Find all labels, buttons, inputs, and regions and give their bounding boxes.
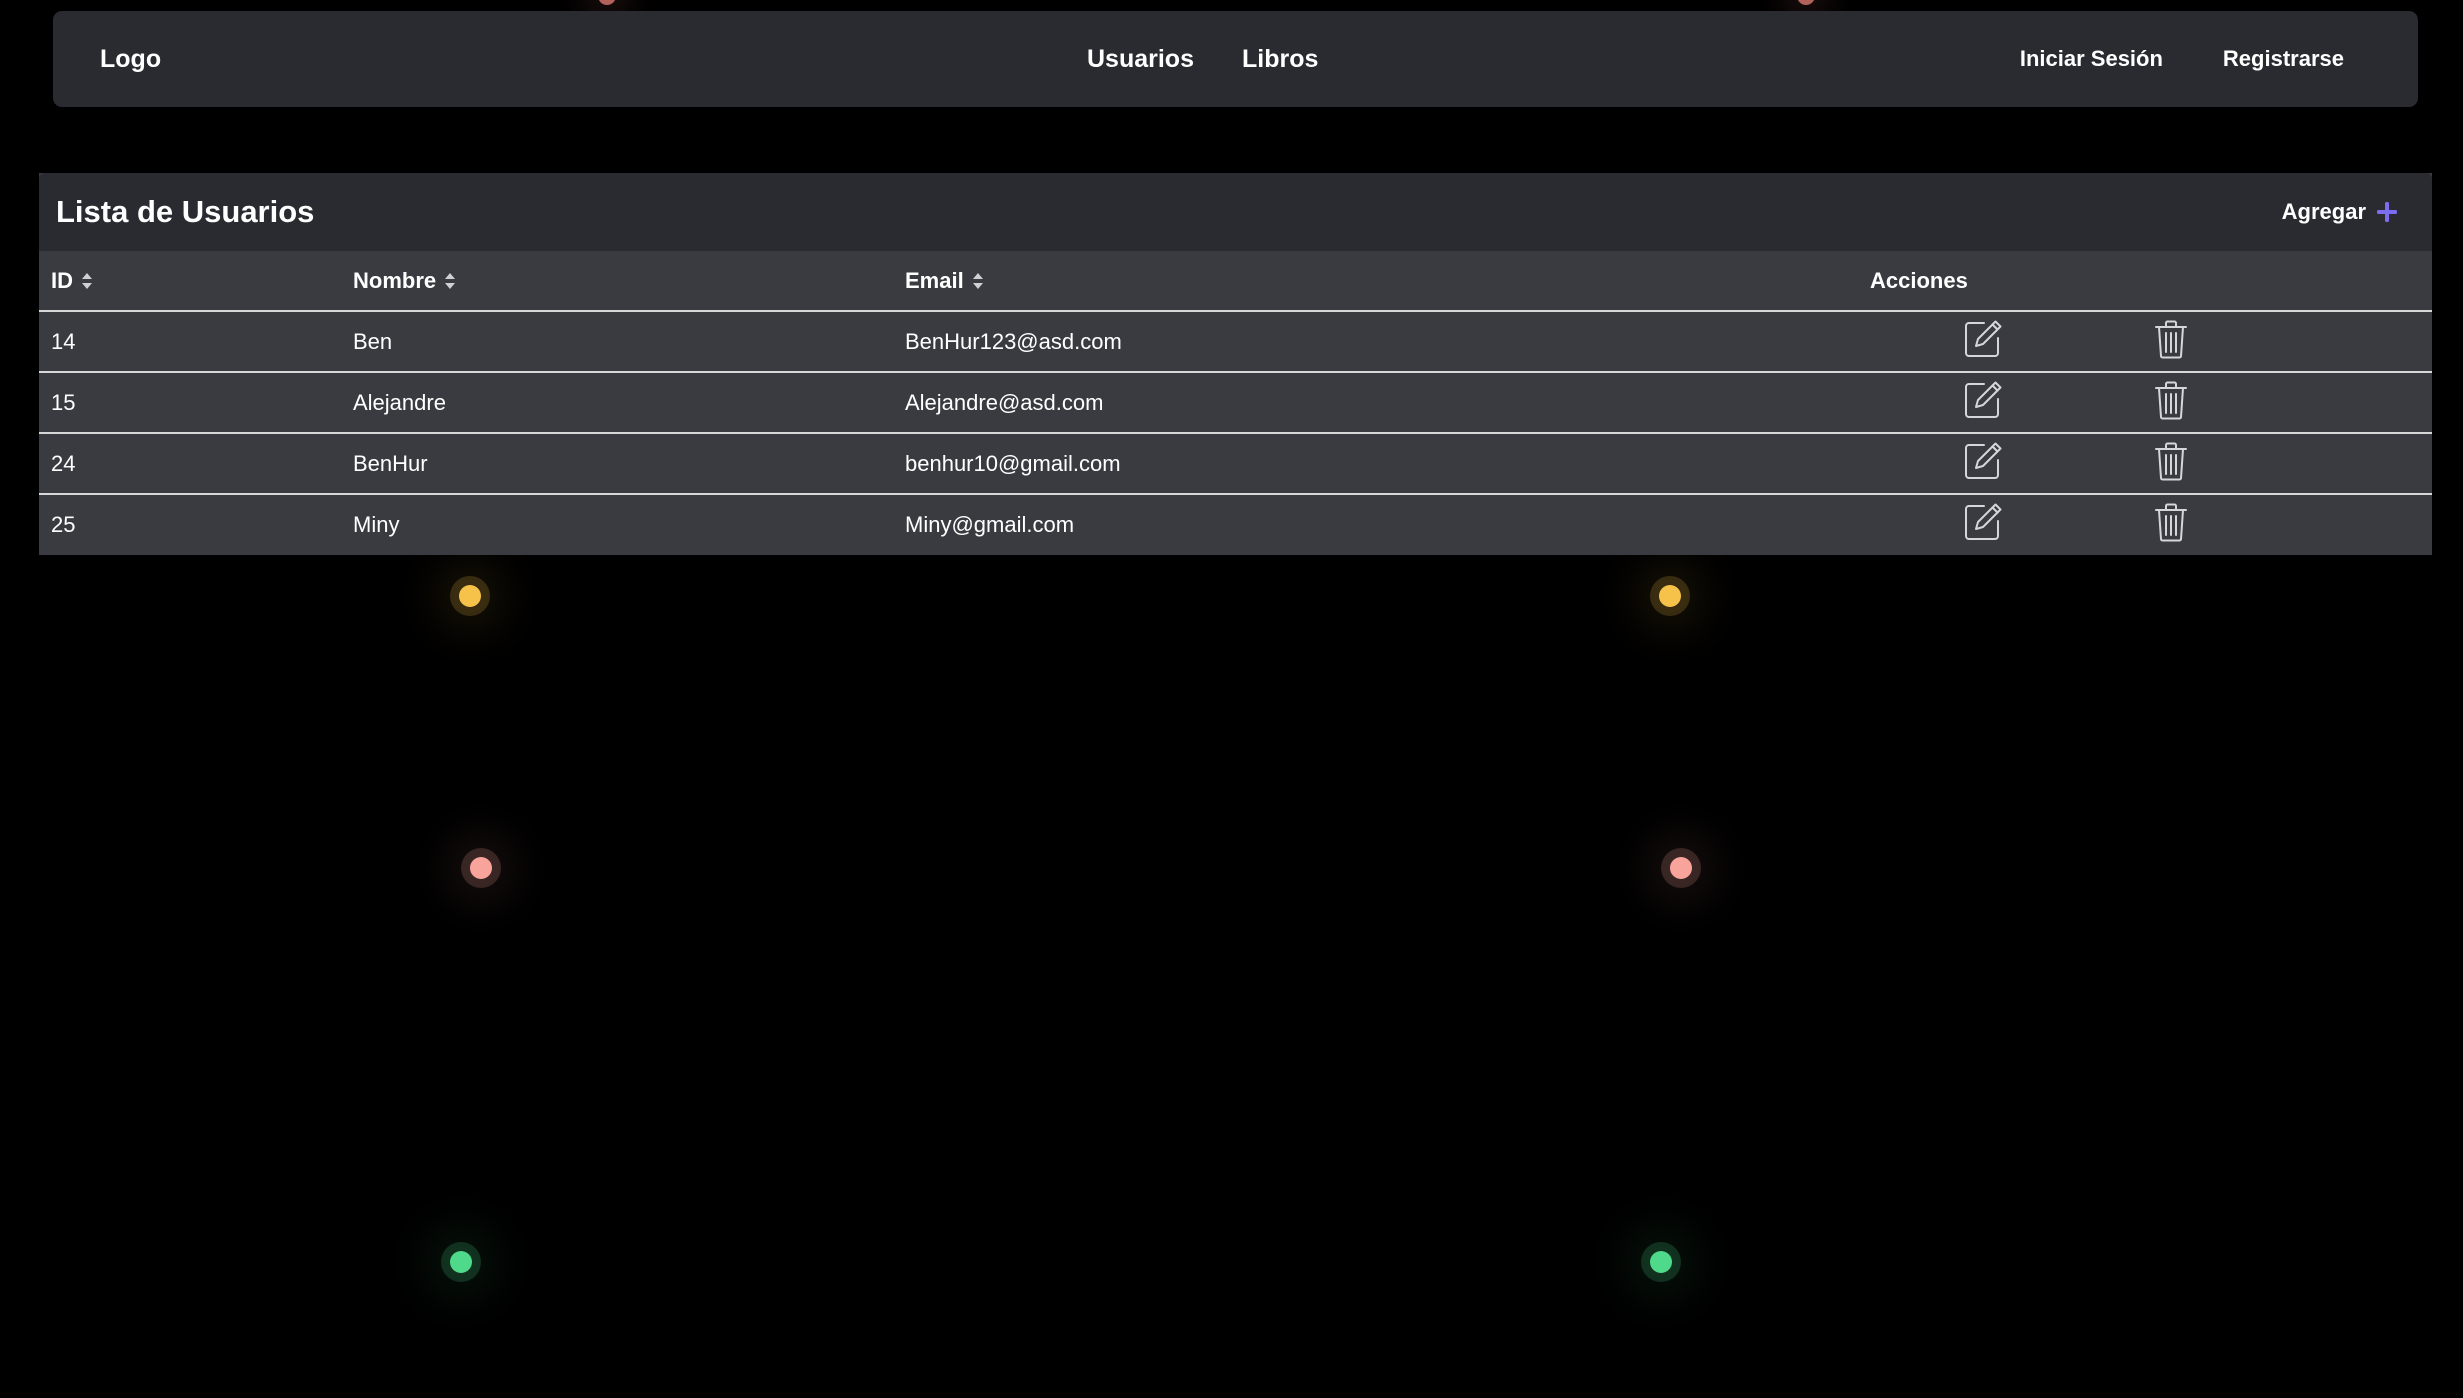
table-header: ID Nombre Email Acciones (39, 251, 2432, 312)
delete-button[interactable] (2150, 440, 2192, 488)
cell-email: Miny@gmail.com (905, 493, 1870, 555)
edit-button[interactable] (1962, 501, 2004, 549)
page: Logo Usuarios Libros Iniciar Sesión Regi… (0, 0, 2463, 1398)
add-button-label: Agregar (2281, 199, 2366, 224)
column-header-label: Nombre (353, 267, 437, 293)
trash-icon (2155, 442, 2187, 480)
column-header-label: Email (905, 267, 964, 293)
edit-icon (1965, 442, 2002, 479)
column-header-email[interactable]: Email (905, 251, 1870, 312)
table-row: 15 Alejandre Alejandre@asd.com (39, 371, 2432, 433)
column-header-label: ID (51, 267, 73, 293)
trash-icon (2155, 381, 2187, 419)
cell-name: BenHur (353, 432, 905, 494)
edit-button[interactable] (1962, 318, 2004, 366)
add-user-button[interactable]: Agregar (2282, 173, 2398, 251)
cell-actions (1870, 432, 2432, 494)
cell-email: BenHur123@asd.com (905, 328, 1122, 354)
delete-button[interactable] (2150, 501, 2192, 549)
delete-button[interactable] (2150, 379, 2192, 427)
cell-actions (1870, 311, 2432, 372)
column-header-id[interactable]: ID (39, 251, 353, 312)
trash-icon (2155, 503, 2187, 542)
edit-icon (1965, 381, 2002, 418)
cell-id: 15 (39, 371, 353, 433)
background-glow-dot (450, 1251, 472, 1273)
page-title: Lista de Usuarios (56, 194, 315, 229)
cell-id: 14 (51, 328, 76, 354)
background-glow-dot (1659, 585, 1681, 607)
background-glow-dot (1670, 857, 1692, 879)
edit-button[interactable] (1962, 440, 2004, 488)
cell-actions (1870, 371, 2432, 433)
cell-name: Alejandre (353, 371, 905, 433)
table-body: 14 Ben BenHur123@asd.com 15 Alejandre Al… (39, 311, 2432, 555)
logo[interactable]: Logo (100, 11, 161, 107)
background-glow-dot (598, 0, 616, 5)
table-header-row: ID Nombre Email Acciones (39, 251, 2432, 312)
register-button[interactable]: Registrarse (2223, 46, 2344, 72)
cell-email: benhur10@gmail.com (905, 432, 1870, 494)
trash-icon (2155, 320, 2187, 358)
table-row: 25 Miny Miny@gmail.com (39, 493, 2432, 555)
column-header-acciones: Acciones (1870, 251, 2432, 312)
cell-actions (1870, 493, 2432, 555)
background-glow-dot (470, 857, 492, 879)
nav-link-usuarios[interactable]: Usuarios (1087, 45, 1194, 74)
cell-name: Miny (353, 493, 905, 555)
table-row: 24 BenHur benhur10@gmail.com (39, 432, 2432, 494)
auth-links: Iniciar Sesión Registrarse (2020, 11, 2344, 107)
card-header: Lista de Usuarios Agregar (39, 173, 2432, 251)
cell-id: 25 (39, 493, 353, 555)
sort-icon (445, 272, 456, 289)
cell-id: 24 (39, 432, 353, 494)
column-header-nombre[interactable]: Nombre (353, 251, 905, 312)
edit-icon (1965, 320, 2002, 357)
users-card: Lista de Usuarios Agregar ID Nombre Emai… (39, 173, 2432, 555)
background-glow-dot (459, 585, 481, 607)
navbar: Logo Usuarios Libros Iniciar Sesión Regi… (53, 11, 2418, 107)
sort-icon (82, 272, 92, 289)
column-header-label: Acciones (1870, 267, 1968, 293)
cell-name: Ben (353, 328, 393, 354)
cell-email: Alejandre@asd.com (905, 371, 1870, 433)
plus-icon (2377, 202, 2397, 222)
nav-links: Usuarios Libros (1087, 11, 1318, 107)
table-row: 14 Ben BenHur123@asd.com (39, 311, 2432, 372)
sort-icon (972, 272, 983, 289)
nav-link-libros[interactable]: Libros (1242, 45, 1318, 74)
users-table: ID Nombre Email Acciones 14 Ben BenHur12… (39, 251, 2432, 555)
login-button[interactable]: Iniciar Sesión (2020, 46, 2163, 72)
background-glow-dot (1797, 0, 1815, 5)
delete-button[interactable] (2150, 318, 2192, 366)
background-glow-dot (1650, 1251, 1672, 1273)
edit-icon (1965, 503, 2002, 540)
edit-button[interactable] (1962, 379, 2004, 427)
